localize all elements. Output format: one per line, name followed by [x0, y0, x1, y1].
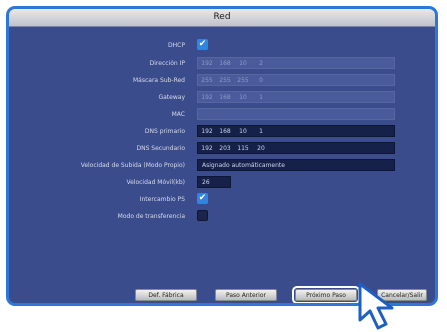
ip-octet[interactable]: 192 [198, 58, 216, 68]
ip-octet[interactable]: 168 [216, 126, 234, 136]
ip-octet[interactable]: 255 [198, 75, 216, 85]
ip-octet[interactable]: 10 [234, 58, 252, 68]
field-label: Velocidad de Subida (Modo Propio) [80, 162, 185, 169]
field-label: Velocidad Móvil(kb) [126, 179, 185, 186]
ip-octet[interactable]: 192 [198, 92, 216, 102]
def-fabrica-button[interactable]: Def. Fábrica [135, 289, 197, 301]
field-label: Gateway [158, 94, 185, 101]
modo-de-transferencia-checkbox[interactable]: ✔ [197, 210, 208, 221]
ip-octet[interactable] [198, 109, 216, 119]
row-mac: MAC [9, 108, 435, 121]
intercambio-ps-checkbox[interactable]: ✔ [197, 193, 208, 204]
field-label: Intercambio PS [139, 196, 185, 203]
gateway-input[interactable]: 192 168 10 1 [197, 91, 395, 103]
mac-input[interactable] [197, 108, 395, 120]
ip-octet[interactable]: 0 [252, 75, 270, 85]
field-label: DNS primario [144, 128, 185, 135]
row-dns-secundario: DNS Secundario 192 203 115 20 [9, 142, 435, 155]
proximo-paso-button[interactable]: Próximo Paso [292, 286, 360, 303]
field-label: DNS Secundario [136, 145, 185, 152]
direccion-ip-input[interactable]: 192 168 10 2 [197, 57, 395, 69]
row-dhcp: DHCP ✔ [9, 39, 435, 52]
row-velocidad-de-subida-modo-propio: Velocidad de Subida (Modo Propio) Asignad… [9, 159, 435, 172]
ip-octet[interactable]: 1 [252, 92, 270, 102]
field-label: Dirección IP [149, 60, 185, 67]
ip-octet[interactable] [216, 109, 234, 119]
ip-octet[interactable]: 2 [252, 58, 270, 68]
velocidad-de-subida-modo-propio-input[interactable]: Asignado automáticamente [197, 159, 395, 171]
ip-octet[interactable]: 168 [216, 92, 234, 102]
ip-octet[interactable]: 10 [234, 92, 252, 102]
ip-octet[interactable]: 115 [234, 143, 252, 153]
ip-octet[interactable]: 20 [252, 143, 270, 153]
row-velocidad-movil-kb: Velocidad Móvil(kb) 26 [9, 176, 435, 189]
window-title: Red [9, 9, 435, 27]
field-label: Modo de transferencia [117, 213, 185, 220]
row-gateway: Gateway 192 168 10 1 [9, 91, 435, 104]
ip-octet[interactable]: 255 [234, 75, 252, 85]
field-label: Máscara Sub-Red [133, 77, 185, 84]
velocidad-movil-kb-input[interactable]: 26 [197, 176, 231, 188]
ip-octet[interactable]: 1 [252, 126, 270, 136]
ip-octet[interactable]: 192 [198, 143, 216, 153]
row-modo-de-transferencia: Modo de transferencia ✔ [9, 210, 435, 223]
ip-octet[interactable]: 10 [234, 126, 252, 136]
ip-octet[interactable] [252, 109, 270, 119]
dhcp-checkbox[interactable]: ✔ [197, 39, 208, 50]
ip-octet[interactable] [234, 109, 252, 119]
network-settings-window: Red DHCP ✔ Dirección IP 192 168 10 2 Máscara Su… [6, 6, 438, 306]
mascara-sub-red-input[interactable]: 255 255 255 0 [197, 74, 395, 86]
paso-anterior-button[interactable]: Paso Anterior [215, 289, 277, 301]
row-direccion-ip: Dirección IP 192 168 10 2 [9, 57, 435, 70]
ip-octet[interactable]: 192 [198, 126, 216, 136]
row-intercambio-ps: Intercambio PS ✔ [9, 193, 435, 206]
ip-octet[interactable]: 168 [216, 58, 234, 68]
ip-octet[interactable]: 203 [216, 143, 234, 153]
dns-secundario-input[interactable]: 192 203 115 20 [197, 142, 395, 154]
ip-octet[interactable]: 255 [216, 75, 234, 85]
dns-primario-input[interactable]: 192 168 10 1 [197, 125, 395, 137]
row-mascara-sub-red: Máscara Sub-Red 255 255 255 0 [9, 74, 435, 87]
field-label: DHCP [168, 42, 185, 49]
mouse-cursor-icon [358, 282, 394, 330]
row-dns-primario: DNS primario 192 168 10 1 [9, 125, 435, 138]
field-label: MAC [171, 111, 185, 118]
